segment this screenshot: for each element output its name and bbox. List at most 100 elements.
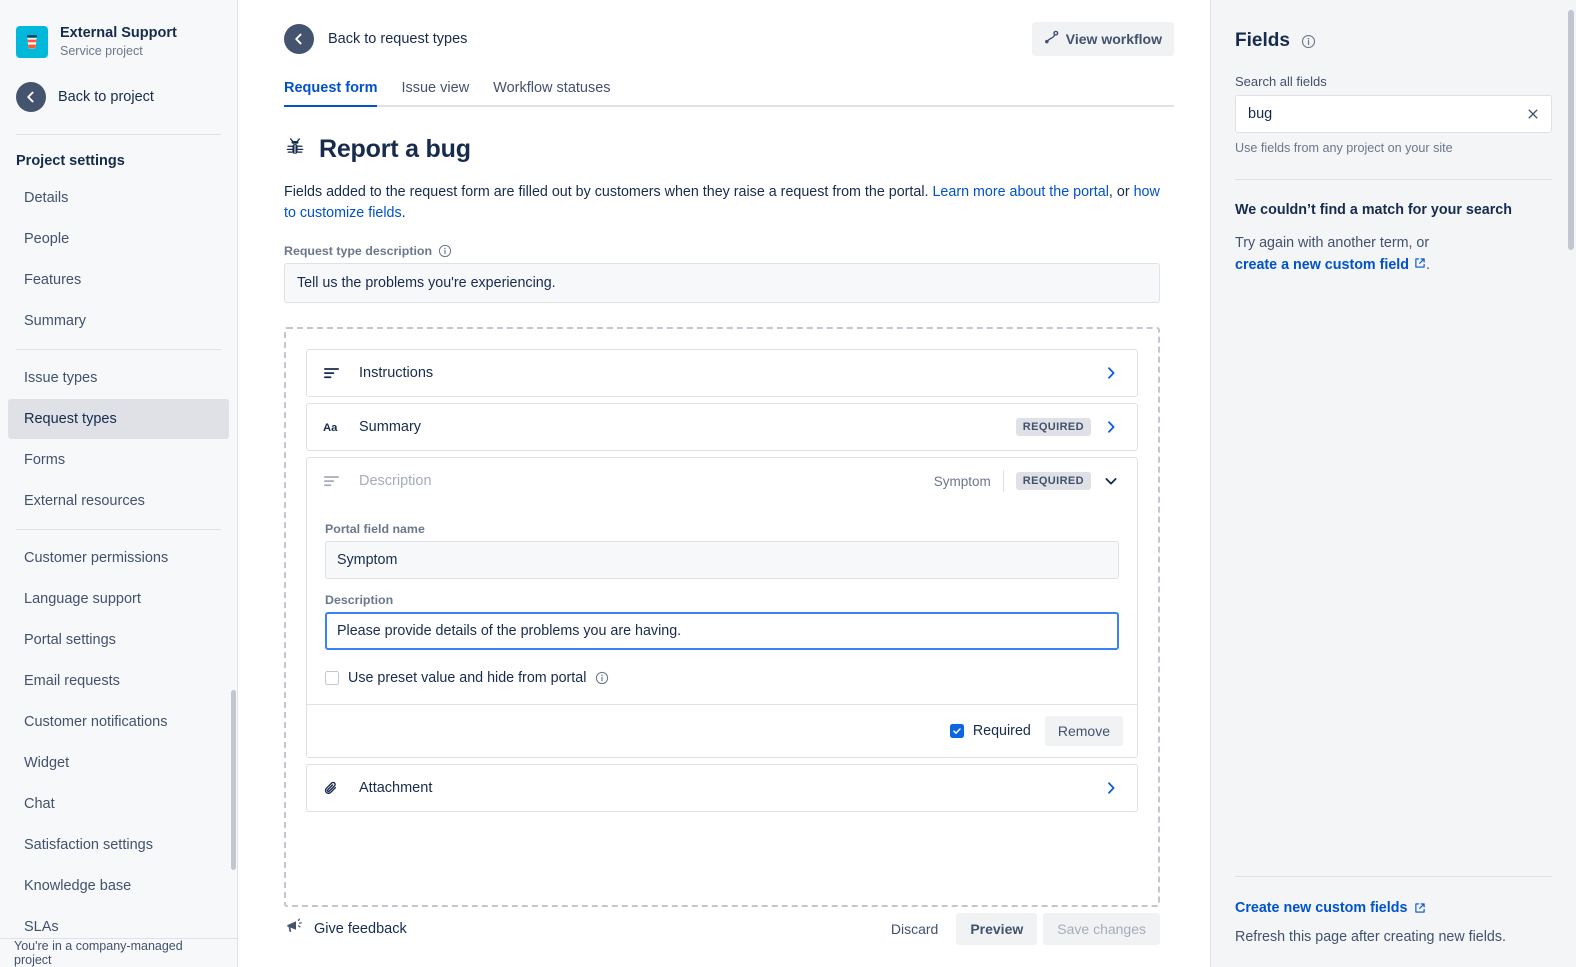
field-body-description: Portal field name Symptom Description Pl… — [307, 504, 1137, 704]
portal-field-name-input[interactable]: Symptom — [325, 541, 1119, 579]
preset-value-checkbox[interactable] — [325, 671, 339, 685]
text-lines-icon — [323, 473, 345, 490]
give-feedback-label: Give feedback — [314, 921, 407, 937]
sidebar-item-widget[interactable]: Widget — [8, 743, 229, 783]
form-helper-text: Fields added to the request form are fil… — [284, 182, 1164, 224]
company-managed-note-text: You're in a company-managed project — [14, 939, 223, 967]
project-header: External Support Service project — [0, 0, 237, 68]
field-name-description: Description — [359, 473, 934, 489]
sidebar-item-satisfaction-settings[interactable]: Satisfaction settings — [8, 825, 229, 865]
request-type-description-label: Request type description — [284, 244, 432, 258]
field-card-attachment: Attachment — [306, 764, 1138, 812]
back-to-request-types-link[interactable]: Back to request types — [284, 24, 467, 54]
bug-icon — [284, 136, 306, 163]
portal-field-name-value: Symptom — [337, 552, 397, 568]
field-description-value: Please provide details of the problems y… — [337, 623, 681, 639]
main-content: Back to request types View workflow Requ… — [238, 0, 1210, 967]
field-header-instructions[interactable]: Instructions — [307, 350, 1137, 396]
request-type-description-input[interactable]: Tell us the problems you're experiencing… — [284, 263, 1160, 303]
field-header-summary[interactable]: Aa Summary REQUIRED — [307, 404, 1137, 450]
chevron-down-icon[interactable] — [1101, 473, 1121, 489]
create-new-custom-fields-link[interactable]: Create new custom fields — [1235, 900, 1426, 916]
project-name: External Support — [60, 24, 177, 42]
portal-field-name-label: Portal field name — [325, 522, 1119, 536]
chevron-right-icon[interactable] — [1101, 780, 1121, 796]
text-format-icon: Aa — [323, 420, 345, 434]
fields-panel-footer-divider — [1235, 876, 1552, 877]
sidebar-item-issue-types[interactable]: Issue types — [8, 358, 229, 398]
field-divider — [1003, 470, 1004, 492]
info-icon[interactable] — [1301, 34, 1316, 49]
save-changes-button[interactable]: Save changes — [1043, 913, 1160, 945]
create-custom-field-link[interactable]: create a new custom field — [1235, 257, 1426, 273]
required-badge-description: REQUIRED — [1016, 472, 1091, 490]
paperclip-icon — [323, 780, 345, 797]
text-lines-icon — [323, 365, 345, 382]
required-checkbox-row[interactable]: Required — [950, 723, 1031, 739]
sidebar-item-customer-notifications[interactable]: Customer notifications — [8, 702, 229, 742]
sidebar-item-people[interactable]: People — [8, 219, 229, 259]
request-type-tabs: Request form Issue view Workflow statuse… — [284, 80, 1174, 107]
sidebar-item-email-requests[interactable]: Email requests — [8, 661, 229, 701]
refresh-note: Refresh this page after creating new fie… — [1235, 929, 1552, 945]
give-feedback-button[interactable]: Give feedback — [284, 917, 407, 942]
clear-search-icon[interactable] — [1522, 103, 1544, 125]
required-badge-summary: REQUIRED — [1016, 418, 1091, 436]
field-header-attachment[interactable]: Attachment — [307, 765, 1137, 811]
preset-value-checkbox-row[interactable]: Use preset value and hide from portal — [325, 670, 1119, 686]
preset-value-label: Use preset value and hide from portal — [348, 670, 586, 686]
field-portal-name-description: Symptom — [934, 474, 991, 489]
sidebar-divider-2 — [16, 349, 221, 350]
sidebar-item-chat[interactable]: Chat — [8, 784, 229, 824]
preview-button[interactable]: Preview — [956, 913, 1037, 945]
page-title-row: Report a bug — [284, 135, 1174, 164]
back-to-project-link[interactable]: Back to project — [0, 68, 237, 126]
no-match-title: We couldn’t find a match for your search — [1235, 202, 1552, 218]
sidebar-item-portal-settings[interactable]: Portal settings — [8, 620, 229, 660]
sidebar-scrollbar[interactable] — [231, 690, 236, 870]
main-topbar: Back to request types View workflow — [284, 0, 1174, 56]
sidebar-item-slas[interactable]: SLAs — [8, 907, 229, 939]
sidebar-item-summary[interactable]: Summary — [8, 301, 229, 341]
info-icon[interactable] — [438, 244, 452, 258]
helper-part-3: . — [402, 205, 406, 221]
sidebar-item-features[interactable]: Features — [8, 260, 229, 300]
sidebar-item-forms[interactable]: Forms — [8, 440, 229, 480]
arrow-left-icon — [16, 82, 46, 112]
learn-more-portal-link[interactable]: Learn more about the portal — [932, 184, 1108, 200]
project-settings-heading: Project settings — [0, 143, 237, 177]
company-managed-note: You're in a company-managed project — [0, 938, 237, 967]
search-input[interactable] — [1235, 95, 1552, 133]
sidebar-item-customer-permissions[interactable]: Customer permissions — [8, 538, 229, 578]
field-header-description[interactable]: Description Symptom REQUIRED — [307, 458, 1137, 504]
create-field-suffix: . — [1426, 257, 1430, 273]
tab-issue-view[interactable]: Issue view — [389, 80, 481, 105]
coffee-cup-icon — [16, 26, 48, 58]
field-name-instructions: Instructions — [359, 365, 1101, 381]
request-type-description-value: Tell us the problems you're experiencing… — [297, 275, 556, 291]
discard-button[interactable]: Discard — [879, 913, 950, 945]
form-actions: Discard Preview Save changes — [879, 913, 1160, 945]
tab-workflow-statuses[interactable]: Workflow statuses — [481, 80, 622, 105]
info-icon[interactable] — [595, 671, 609, 685]
sidebar-item-request-types[interactable]: Request types — [8, 399, 229, 439]
chevron-right-icon[interactable] — [1101, 419, 1121, 435]
sidebar-item-language-support[interactable]: Language support — [8, 579, 229, 619]
try-again-text: Try again with another term, or — [1235, 235, 1429, 251]
tab-request-form[interactable]: Request form — [284, 80, 389, 105]
fields-panel-divider — [1235, 179, 1552, 180]
create-custom-field-label: create a new custom field — [1235, 257, 1409, 273]
chevron-right-icon[interactable] — [1101, 365, 1121, 381]
fields-panel-scrollbar[interactable] — [1568, 10, 1574, 250]
required-checkbox[interactable] — [950, 724, 964, 738]
remove-field-button[interactable]: Remove — [1045, 716, 1123, 746]
sidebar-item-knowledge-base[interactable]: Knowledge base — [8, 866, 229, 906]
sidebar-item-external-resources[interactable]: External resources — [8, 481, 229, 521]
field-card-summary: Aa Summary REQUIRED — [306, 403, 1138, 451]
sidebar-scroll-area: External Support Service project Back to… — [0, 0, 237, 939]
view-workflow-button[interactable]: View workflow — [1032, 22, 1174, 56]
helper-part-2: , or — [1109, 184, 1134, 200]
field-description-input[interactable]: Please provide details of the problems y… — [325, 612, 1119, 650]
svg-text:Aa: Aa — [323, 422, 338, 434]
sidebar-item-details[interactable]: Details — [8, 178, 229, 218]
